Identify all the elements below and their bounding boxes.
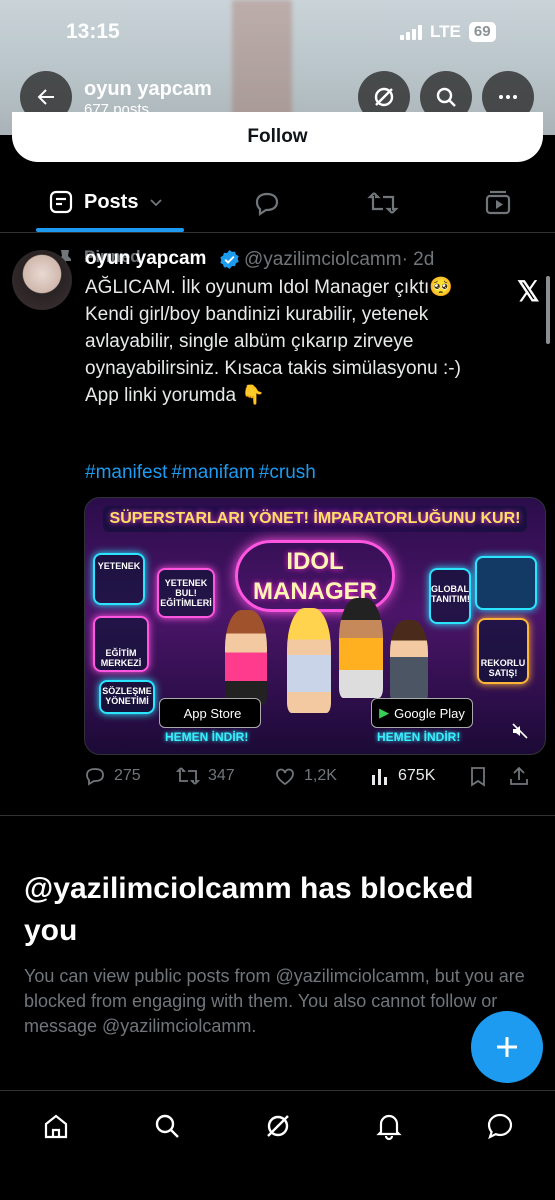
signal-icon [400,24,422,40]
image-panel: SÖZLEŞME YÖNETİMİ [99,680,155,714]
blocked-title: @yazilimciolcamm has blocked you [24,872,474,947]
bottom-nav-divider [0,1090,555,1091]
image-character [390,620,428,702]
author-handle: @yazilimciolcamm [244,249,402,270]
hashtag-link[interactable]: #crush [259,462,316,483]
mute-icon[interactable] [511,722,529,745]
grok-icon [267,1115,289,1137]
follow-button[interactable]: Follow [12,112,543,162]
chat-bubble-icon [487,1113,513,1140]
status-bar-indicators: LTE 69 [400,22,496,42]
image-panel: GLOBAL TANITIM! [429,568,471,624]
image-world-map [475,556,537,610]
tab-replies[interactable] [252,188,282,223]
views-button[interactable]: 675K [370,766,468,786]
battery-level: 69 [468,22,496,42]
media-icon [485,190,511,215]
nav-notifications[interactable] [371,1108,407,1144]
like-button[interactable]: 1,2K [274,765,370,787]
status-time: 13:15 [66,20,120,43]
avatar[interactable] [12,250,72,310]
reply-button[interactable]: 275 [84,765,176,787]
tweet-image[interactable]: SÜPERSTARLARI YÖNET! İMPARATORLUĞUNU KUR… [84,497,546,755]
bell-icon [376,1114,402,1141]
reply-icon [86,768,104,786]
search-icon [436,87,456,107]
image-character [225,610,267,705]
post-time: · 2d [401,249,435,270]
verified-badge-icon [219,249,240,275]
app-store-badge: App Store [159,698,261,728]
bar-chart-icon [372,769,387,785]
repost-icon [176,767,200,785]
image-panel: YETENEK [93,553,145,605]
hashtags: #manifest #manifam #crush [85,462,320,484]
google-play-label: Google Play [394,705,465,721]
tab-reposts[interactable] [367,188,399,223]
play-icon: ▶ [379,705,390,720]
search-icon [155,1114,179,1138]
divider [0,815,555,816]
blocked-description: You can view public posts from @yazilimc… [24,966,525,1036]
author-name[interactable]: oyun yapcam [85,248,206,270]
home-icon [44,1114,68,1139]
google-play-badge: ▶ Google Play [371,698,473,728]
logo-line1: IDOL [286,548,344,575]
hashtag-link[interactable]: #manifest [85,462,167,483]
download-text: HEMEN İNDİR! [165,730,249,744]
download-text: HEMEN İNDİR! [377,730,461,744]
repost-button[interactable]: 347 [176,765,274,787]
image-character [339,598,383,698]
reply-icon [255,192,279,217]
like-count: 1,2K [304,767,337,784]
tweet-actions: 275 347 1,2K 675K [84,765,544,787]
arrow-left-icon [37,89,54,105]
tabs-divider [0,232,555,233]
tab-posts[interactable]: Posts [48,189,164,215]
image-panel: REKORLU SATIŞ! [477,618,529,684]
tab-media[interactable] [483,188,513,223]
tab-posts-label: Posts [84,190,139,213]
x-logo-icon: 𝕏 [517,276,540,307]
network-type: LTE [430,22,461,41]
nav-messages[interactable] [482,1108,518,1144]
tweet-text: AĞLICAM. İlk oyunum Idol Manager çıktı🥺 … [85,277,461,406]
compose-button[interactable] [471,1011,543,1083]
nav-home[interactable] [38,1108,74,1144]
app-store-label: App Store [183,705,242,721]
heart-icon [276,768,294,786]
more-icon [499,95,517,99]
image-character [287,608,331,713]
views-count: 675K [398,767,436,784]
repost-icon [367,192,399,214]
bookmark-button[interactable] [468,765,508,787]
image-banner-text: SÜPERSTARLARI YÖNET! İMPARATORLUĞUNU KUR… [103,506,527,532]
profile-name: oyun yapcam [84,78,212,100]
grok-icon [374,87,394,107]
bookmark-icon [471,767,485,787]
share-icon [510,766,528,785]
plus-icon [497,1037,517,1057]
scrollbar-thumb[interactable] [546,276,550,344]
nav-grok[interactable] [260,1108,296,1144]
author-handle-and-time[interactable]: @yazilimciolcamm· 2d [244,249,434,271]
share-button[interactable] [508,765,530,787]
nav-search[interactable] [149,1108,185,1144]
image-panel: YETENEK BUL! EĞİTİMLERİ [157,568,215,618]
reply-count: 275 [114,767,141,784]
posts-icon [49,190,73,214]
hashtag-link[interactable]: #manifam [171,462,254,483]
repost-count: 347 [208,767,235,784]
image-panel: EĞİTİM MERKEZİ [93,616,149,672]
chevron-down-icon [150,199,163,207]
